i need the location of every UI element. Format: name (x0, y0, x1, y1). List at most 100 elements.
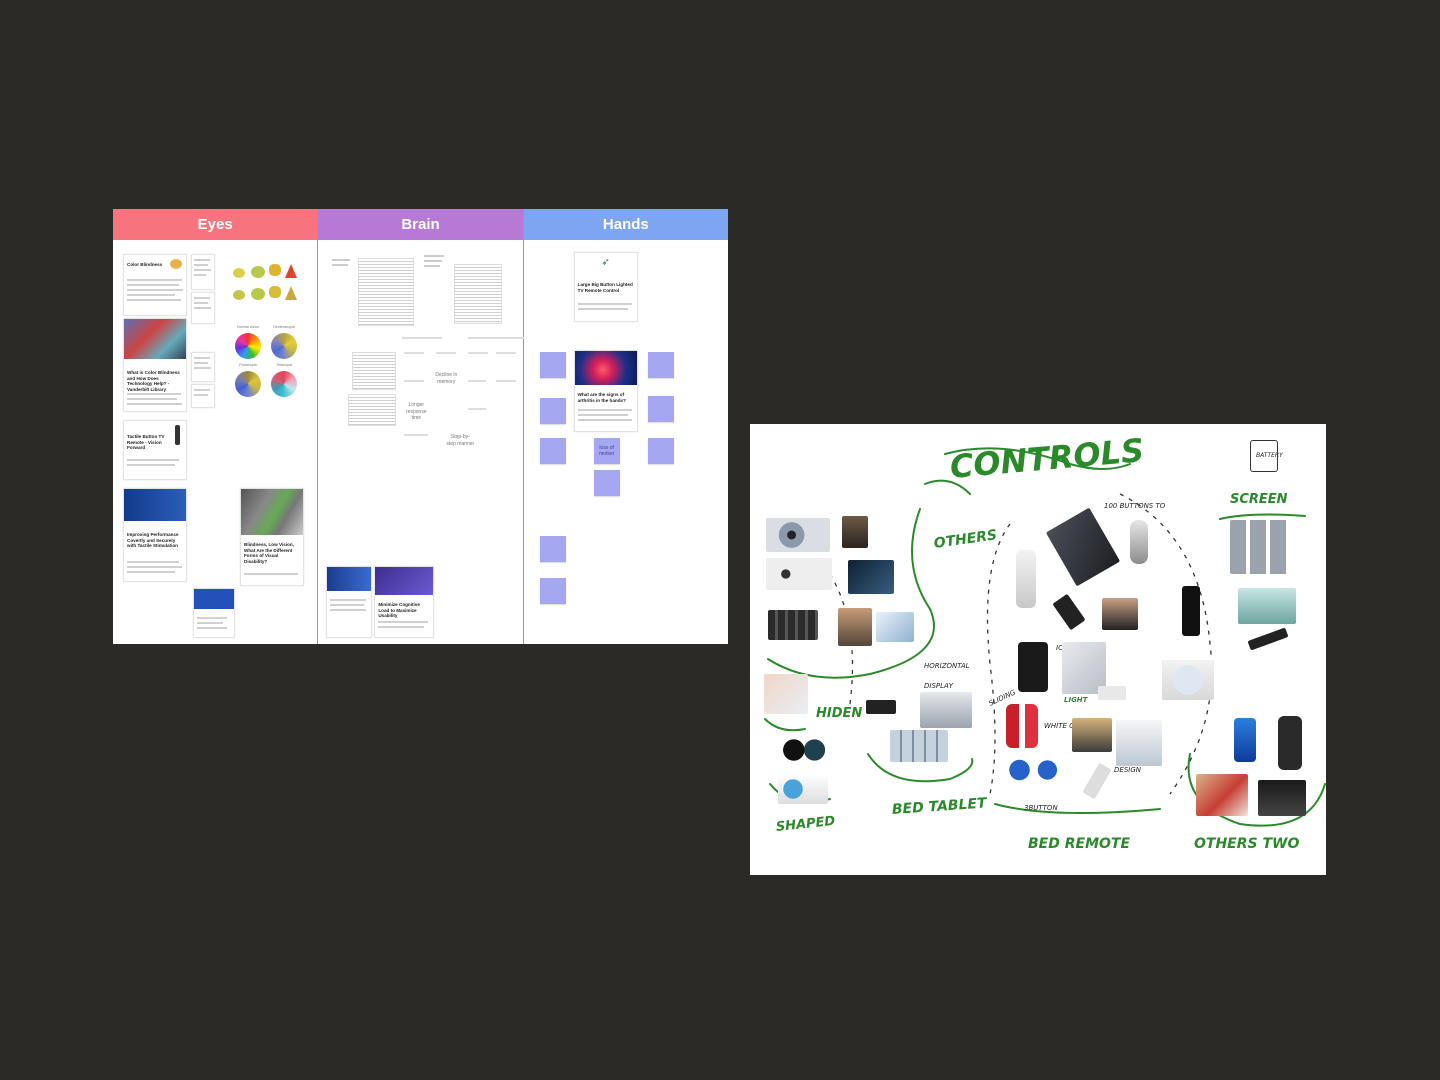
brain-note: Longer response time (406, 402, 427, 421)
bed-remote-label: BED REMOTE (1028, 836, 1131, 852)
red-remote-image[interactable] (1278, 716, 1302, 770)
gamepad-image[interactable] (766, 558, 832, 590)
wheel-label: Normal vision (237, 325, 259, 329)
article-card[interactable] (326, 566, 373, 638)
hiden-label: HIDEN (816, 706, 863, 721)
battery-icon (1250, 440, 1278, 472)
device-photo[interactable] (848, 560, 894, 594)
buttons-label: 100 BUTTONS TO (1104, 502, 1166, 510)
normal-wheel (235, 333, 261, 359)
display-label: DISPLAY (924, 682, 954, 690)
display-remote-image[interactable] (920, 692, 972, 728)
corded-remote-image[interactable] (1162, 660, 1214, 700)
balloons-image (231, 262, 303, 308)
screen-remote-image[interactable] (1018, 642, 1048, 692)
sticky-note[interactable] (539, 536, 566, 562)
controller-photo[interactable] (876, 612, 914, 642)
deuteranopia-wheel (271, 333, 297, 359)
switch-image[interactable] (866, 700, 896, 714)
teal-remote-image[interactable] (1238, 588, 1296, 624)
hand-remote-photo[interactable] (764, 674, 808, 714)
screen-label: SCREEN (1230, 492, 1288, 507)
card-title: Blindness, Low Vision, What Are the Diff… (244, 542, 294, 565)
article-card[interactable]: Tactile Button TV Remote - Vision Forwar… (123, 420, 187, 480)
card-title: Minimize Cognitive Load to Maximize Usab… (378, 602, 420, 619)
design-label: DESIGN (1114, 766, 1141, 774)
button-cube-image[interactable] (778, 774, 828, 804)
note-card[interactable] (330, 256, 355, 276)
document-thumbnail[interactable] (352, 352, 397, 390)
sticky-note[interactable] (539, 578, 566, 604)
sticky-note[interactable] (593, 470, 620, 496)
wheel-label: Tritanopia (276, 363, 292, 367)
phone-image[interactable] (1234, 718, 1256, 762)
button-pads-image[interactable] (780, 736, 826, 764)
brain-note: Step-by-step manner (446, 434, 475, 447)
light-label: LIGHT (1064, 696, 1088, 704)
article-card[interactable]: Blindness, Low Vision, What Are the Diff… (240, 488, 304, 586)
person-photo[interactable] (838, 608, 872, 646)
column-title: Hands (602, 216, 649, 233)
document-thumbnail[interactable] (348, 394, 397, 426)
note-card[interactable] (191, 352, 215, 382)
article-card[interactable]: What are the signs of arthritis in the h… (573, 350, 638, 432)
hand-photo[interactable] (1102, 598, 1138, 630)
small-remote-image[interactable] (1130, 520, 1148, 564)
sticky-note[interactable] (647, 396, 674, 422)
sticky-note[interactable] (647, 438, 674, 464)
white-color-label: WHITE COLOR (1044, 722, 1094, 730)
article-card[interactable]: ➶ Large Big Button Lighted TV Remote Con… (573, 252, 638, 322)
hand-gesture-photo[interactable] (1196, 774, 1248, 816)
document-thumbnail[interactable] (358, 258, 415, 326)
small-white-remote-image[interactable] (1098, 686, 1126, 700)
note-card[interactable] (191, 384, 215, 408)
pendant-remote-image[interactable] (1182, 586, 1200, 636)
card-title: What is Color Blindness and How Does Tec… (127, 370, 180, 393)
column-header-brain[interactable]: Brain (318, 209, 523, 240)
article-card[interactable] (193, 588, 235, 638)
card-title: Tactile Button TV Remote - Vision Forwar… (127, 434, 165, 451)
sticky-note[interactable] (539, 438, 566, 464)
horizontal-label: HORIZONTAL (924, 662, 970, 670)
column-title: Brain (401, 216, 440, 233)
document-thumbnail[interactable] (454, 264, 503, 324)
brain-note: Decline in memory (435, 372, 458, 385)
sticky-text: loss of motion (599, 445, 615, 457)
column-body-eyes: Color Blindness What is Color Blindness … (113, 240, 317, 644)
3button-label: 3BUTTON (1024, 804, 1058, 812)
hand-pad-image[interactable] (1072, 718, 1112, 752)
article-card[interactable]: Minimize Cognitive Load to Maximize Usab… (374, 566, 435, 638)
note-card[interactable] (191, 292, 215, 324)
controls-sketch[interactable]: CONTROLS BATTERY SCREEN OTHERS 100 BUTTO… (750, 424, 1326, 875)
remote-photo[interactable] (842, 516, 868, 548)
column-eyes: Eyes Color Blindness What is Color Blind… (113, 209, 319, 644)
column-body-hands: ➶ Large Big Button Lighted TV Remote Con… (524, 240, 728, 644)
column-body-brain: Decline in memory Longer response time S… (318, 240, 525, 644)
note-card[interactable] (191, 254, 215, 290)
note-card[interactable] (422, 252, 449, 278)
sticky-note[interactable] (647, 352, 674, 378)
sticky-note[interactable] (539, 398, 566, 424)
mixer-image[interactable] (768, 610, 818, 640)
white-remote-image[interactable] (1016, 550, 1036, 608)
article-card[interactable]: Color Blindness (123, 254, 187, 316)
panel-remote-image[interactable] (1230, 520, 1290, 574)
sticky-note[interactable] (539, 352, 566, 378)
three-button-remote-image[interactable] (1004, 752, 1066, 788)
adaptive-controller-image[interactable] (766, 518, 830, 552)
column-header-eyes[interactable]: Eyes (113, 209, 318, 240)
others-two-label: OTHERS TWO (1194, 836, 1300, 852)
game-controller-photo[interactable] (1258, 780, 1306, 816)
bed-tablet-image[interactable] (890, 730, 948, 762)
wheel-label: Protanopia (239, 363, 257, 367)
sticky-note[interactable]: loss of motion (593, 438, 620, 464)
column-header-hands[interactable]: Hands (523, 209, 728, 240)
colored-remote-image[interactable] (1006, 704, 1038, 748)
color-wheels-image: Normal vision Deuteranopia Protanopia Tr… (231, 325, 303, 403)
card-title: What are the signs of arthritis in the h… (577, 392, 626, 403)
logo-bird-icon: ➶ (601, 256, 610, 268)
article-card[interactable]: What is Color Blindness and How Does Tec… (123, 318, 187, 412)
card-title: Large Big Button Lighted TV Remote Contr… (577, 282, 633, 293)
article-card[interactable]: Improving Performance Covertly and Secur… (123, 488, 187, 582)
box-device-image[interactable] (1116, 720, 1162, 766)
